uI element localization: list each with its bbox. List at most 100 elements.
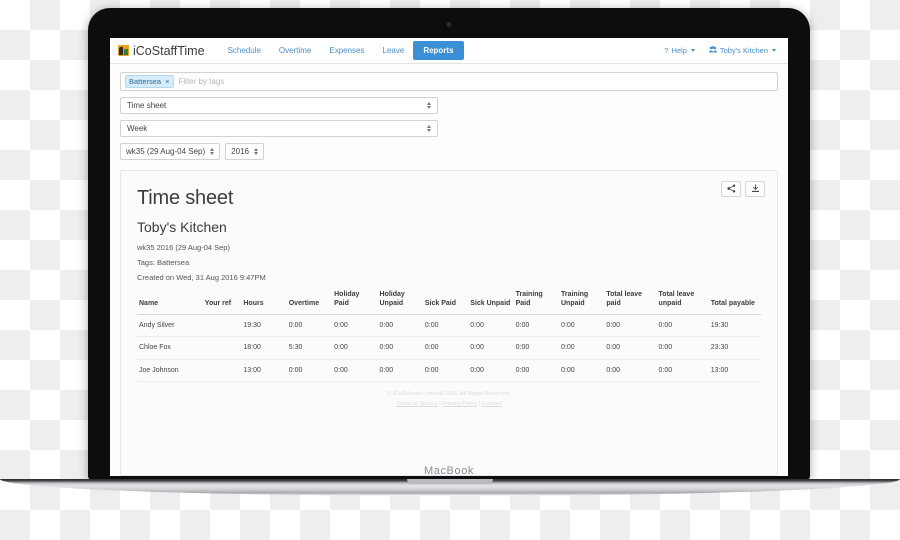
col-header-holiday-unpaid: Holiday Unpaid [377, 288, 423, 315]
nav-tab-leave[interactable]: Leave [374, 38, 414, 63]
chevron-down-icon [690, 49, 695, 52]
brand-logo[interactable]: iCoStaffTime [118, 38, 219, 63]
year-select[interactable]: 2016 [225, 143, 264, 160]
tag-chip-battersea[interactable]: Battersea × [125, 75, 174, 88]
cell-total-payable: 19:30 [708, 314, 761, 338]
report-actions [721, 181, 765, 197]
filter-panel: Battersea × Time sheet Week [110, 64, 788, 164]
cell-hours: 19:30 [241, 314, 287, 338]
share-icon [726, 180, 736, 198]
cell-total-leave-paid: 0:00 [604, 336, 657, 360]
cell-holiday-unpaid: 0:00 [377, 314, 423, 338]
cell-hours: 18:00 [241, 336, 287, 360]
footer-copyright: © iCoSoftware Limited 2016. All Rights R… [387, 391, 511, 398]
cell-your-ref [202, 359, 242, 383]
cell-total-leave-unpaid: 0:00 [656, 336, 709, 360]
report-type-value: Time sheet [127, 101, 167, 110]
tag-search-input[interactable] [178, 77, 773, 86]
nav-tab-schedule[interactable]: Schedule [219, 38, 270, 63]
cell-hours: 13:00 [241, 359, 287, 383]
col-header-overtime: Overtime [286, 288, 333, 315]
close-icon[interactable]: × [165, 77, 169, 86]
cell-holiday-paid: 0:00 [332, 314, 378, 338]
app-logo-icon [118, 45, 129, 56]
col-header-total-payable: Total payable [708, 288, 761, 315]
cell-holiday-paid: 0:00 [332, 359, 378, 383]
period-type-select[interactable]: Week [120, 120, 438, 137]
nav-tab-expenses[interactable]: Expenses [320, 38, 373, 63]
help-menu[interactable]: ? Help [664, 46, 695, 55]
cell-sick-paid: 0:00 [422, 336, 469, 360]
question-mark-icon: ? [664, 46, 669, 55]
period-type-value: Week [127, 124, 148, 133]
cell-training-unpaid: 0:00 [558, 359, 605, 383]
report-created: Created on Wed, 31 Aug 2016 9:47PM [137, 273, 266, 282]
cell-training-paid: 0:00 [513, 359, 559, 383]
cell-sick-unpaid: 0:00 [468, 314, 514, 338]
navbar: iCoStaffTime Schedule Overtime Expenses … [110, 38, 788, 64]
report-type-select[interactable]: Time sheet [120, 97, 438, 114]
col-header-total-leave-paid: Total leave paid [604, 288, 657, 315]
cell-holiday-unpaid: 0:00 [377, 359, 423, 383]
table-header-row: Name Your ref Hours Overtime Holiday Pai… [137, 288, 761, 315]
download-button[interactable] [745, 181, 765, 197]
cell-name: Andy Silver [137, 314, 203, 338]
cell-total-leave-unpaid: 0:00 [656, 314, 709, 338]
cell-your-ref [202, 336, 242, 360]
cell-sick-paid: 0:00 [422, 359, 469, 383]
cell-training-paid: 0:00 [513, 314, 559, 338]
laptop-screen: iCoStaffTime Schedule Overtime Expenses … [110, 38, 788, 476]
nav-tab-reports[interactable]: Reports [413, 41, 464, 60]
footer-link-cookies[interactable]: Cookies [482, 401, 502, 407]
col-header-sick-paid: Sick Paid [422, 288, 469, 315]
cell-total-leave-paid: 0:00 [604, 359, 657, 383]
footer-link-terms[interactable]: Terms of Service [396, 401, 438, 407]
report-card: Time sheet Toby's Kitchen wk35 2016 (29 … [120, 170, 778, 476]
tag-filter-field[interactable]: Battersea × [120, 72, 778, 91]
main-nav: Schedule Overtime Expenses Leave Reports [219, 38, 464, 63]
cell-total-payable: 13:00 [708, 359, 761, 383]
footer-links: Terms of Service | Privacy Policy | Cook… [137, 400, 761, 410]
laptop-notch [407, 479, 493, 484]
laptop-mockup: iCoStaffTime Schedule Overtime Expenses … [0, 0, 900, 540]
cell-training-unpaid: 0:00 [558, 314, 605, 338]
account-menu[interactable]: Toby's Kitchen [708, 46, 776, 55]
nav-tab-overtime[interactable]: Overtime [270, 38, 320, 63]
period-selectors: wk35 (29 Aug-04 Sep) 2016 [120, 143, 778, 160]
timesheet-table: Name Your ref Hours Overtime Holiday Pai… [137, 288, 761, 383]
col-header-sick-unpaid: Sick Unpaid [468, 288, 514, 315]
table-row[interactable]: Joe Johnson 13:00 0:00 0:00 0:00 0:00 0:00 0:00… [137, 359, 761, 383]
table-header: Name Your ref Hours Overtime Holiday Pai… [137, 288, 761, 315]
cell-name: Joe Johnson [137, 359, 203, 383]
cell-name: Chloe Fox [137, 336, 203, 360]
app-window: iCoStaffTime Schedule Overtime Expenses … [110, 38, 788, 476]
col-header-your-ref: Your ref [202, 288, 242, 315]
table-body: Andy Silver 19:30 0:00 0:00 0:00 0:00 0:00 0:00… [137, 314, 761, 383]
cell-training-paid: 0:00 [513, 336, 559, 360]
year-value: 2016 [231, 147, 249, 156]
share-button[interactable] [721, 181, 741, 197]
chevron-updown-icon [427, 102, 431, 109]
col-header-hours: Hours [241, 288, 287, 315]
cell-training-unpaid: 0:00 [558, 336, 605, 360]
week-select[interactable]: wk35 (29 Aug-04 Sep) [120, 143, 221, 160]
col-header-name: Name [137, 288, 203, 315]
chevron-down-icon [772, 49, 776, 52]
report-subtitle: Toby's Kitchen [137, 219, 227, 235]
cell-total-payable: 23:30 [708, 336, 761, 360]
col-header-training-unpaid: Training Unpaid [558, 288, 605, 315]
chevron-updown-icon [253, 148, 258, 155]
table-row[interactable]: Andy Silver 19:30 0:00 0:00 0:00 0:00 0:00 0:00… [137, 314, 761, 338]
app-footer: © iCoSoftware Limited 2016. All Rights R… [137, 382, 761, 415]
brand-name: iCoStaffTime [133, 43, 205, 58]
nav-right-group: ? Help Toby's Kitchen [664, 38, 780, 63]
col-header-holiday-paid: Holiday Paid [332, 288, 378, 315]
report-period: wk35 2016 (29 Aug-04 Sep) [137, 243, 230, 252]
table-row[interactable]: Chloe Fox 18:00 5:30 0:00 0:00 0:00 0:00 0:00 0:… [137, 336, 761, 360]
webcam-icon [446, 22, 452, 27]
footer-link-privacy[interactable]: Privacy Policy [442, 401, 477, 407]
cell-overtime: 0:00 [286, 314, 333, 338]
cell-overtime: 0:00 [286, 359, 333, 383]
tag-chip-label: Battersea [129, 77, 162, 86]
chevron-updown-icon [210, 148, 215, 155]
